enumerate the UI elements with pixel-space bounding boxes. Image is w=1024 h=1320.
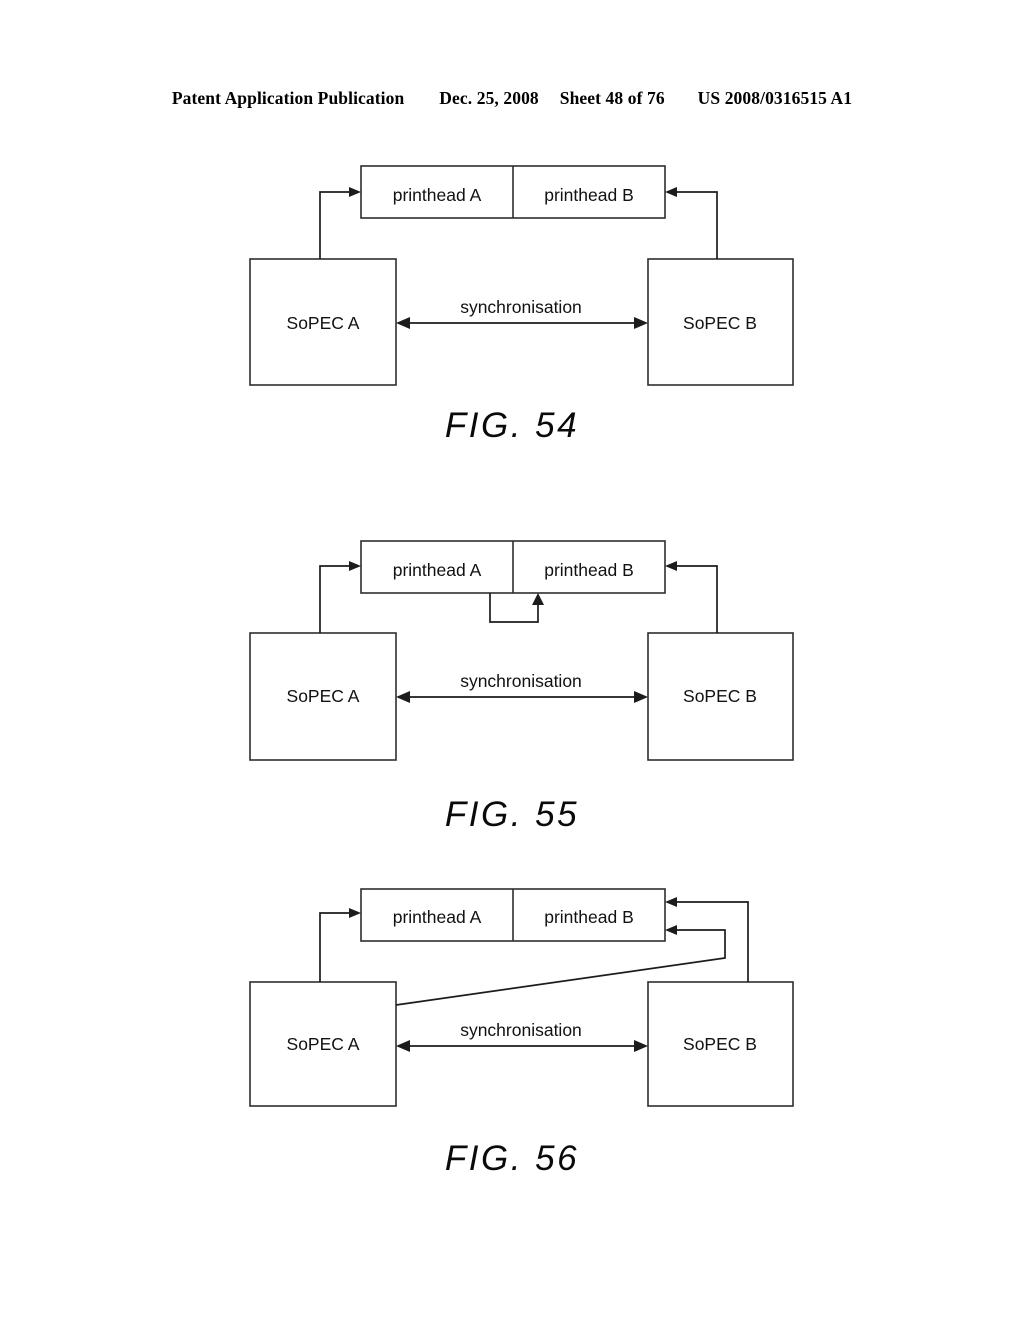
figure-56: printhead A printhead B SoPEC A SoPEC B … bbox=[0, 0, 1024, 1210]
sync-arrowhead-left-56 bbox=[396, 1040, 410, 1052]
printhead-a-label-56: printhead A bbox=[393, 907, 482, 927]
figure-56-diagram: printhead A printhead B SoPEC A SoPEC B … bbox=[249, 888, 794, 1107]
connector-sopec-b-to-printhead-b-56 bbox=[673, 901, 749, 982]
arrowhead-printhead-b-inner-56 bbox=[665, 925, 677, 935]
sync-arrowhead-right-56 bbox=[634, 1040, 648, 1052]
sopec-a-label-56: SoPEC A bbox=[287, 1034, 360, 1054]
figure-56-caption: FIG. 56 bbox=[444, 1139, 580, 1178]
connector-sopec-a-to-printhead-a-56 bbox=[319, 912, 353, 982]
sopec-b-label-56: SoPEC B bbox=[683, 1034, 757, 1054]
arrowhead-printhead-a-56 bbox=[349, 908, 361, 918]
sync-label-56: synchronisation bbox=[460, 1020, 582, 1040]
arrowhead-printhead-b-outer-56 bbox=[665, 897, 677, 907]
printhead-b-label-56: printhead B bbox=[544, 907, 634, 927]
